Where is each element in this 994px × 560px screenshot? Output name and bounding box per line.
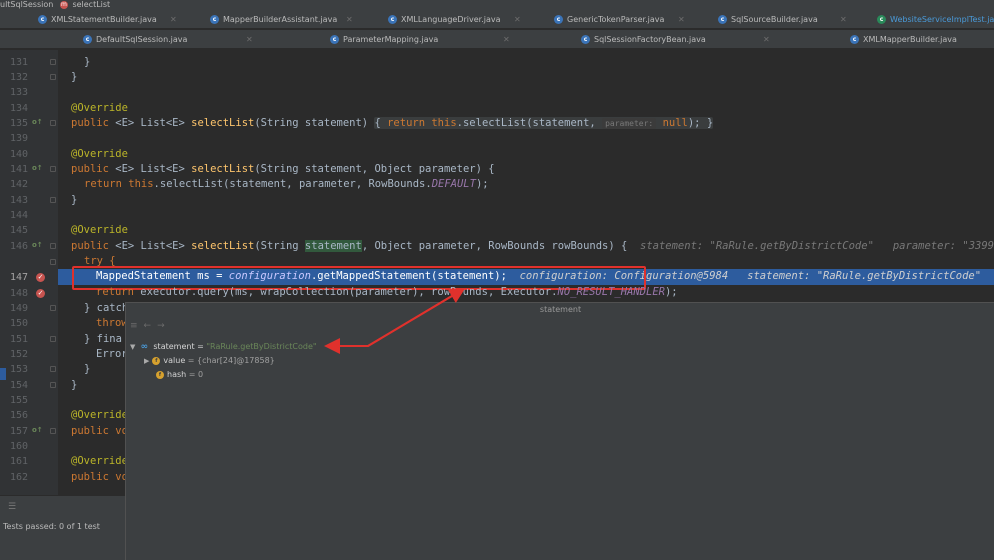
- tests-status: Tests passed: 0 of 1 test: [3, 522, 100, 531]
- test-runner-panel: ☰ Tests passed: 0 of 1 test: [0, 495, 125, 560]
- annotation-arrow: [324, 287, 466, 354]
- test-list-icon[interactable]: ☰: [8, 502, 16, 512]
